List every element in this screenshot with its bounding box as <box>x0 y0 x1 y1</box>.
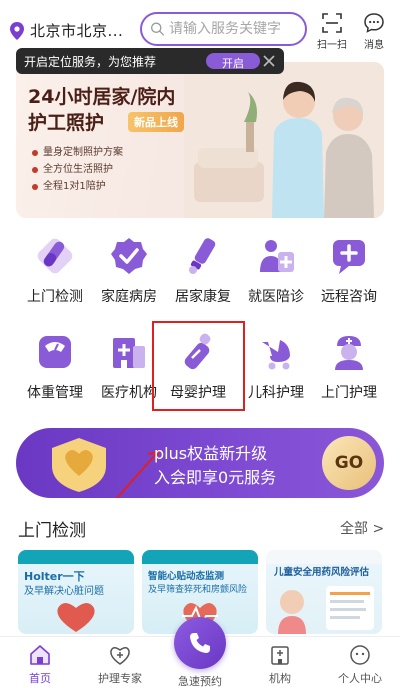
nav-institutions[interactable]: 机构 <box>240 643 320 686</box>
nav-label: 护理专家 <box>98 672 142 685</box>
nav-label: 急速预约 <box>178 675 222 688</box>
search-input[interactable] <box>169 21 305 37</box>
message-label: 消息 <box>364 40 384 51</box>
home-icon <box>30 645 50 665</box>
banner-bullet: 量身定制照护方案 <box>32 144 123 161</box>
scan-icon <box>322 13 342 33</box>
service-pediatric-care[interactable]: 儿科护理 <box>236 332 316 402</box>
new-badge: 新品上线 <box>128 112 184 132</box>
service-label: 就医陪诊 <box>248 289 304 305</box>
nav-home[interactable]: 首页 <box>0 643 80 686</box>
scale-icon <box>39 336 71 368</box>
search-box[interactable] <box>140 12 307 46</box>
location-text: 北京市北京... <box>30 22 124 40</box>
close-icon[interactable] <box>262 54 276 68</box>
card-header-strip <box>18 550 134 564</box>
card-title: 智能心贴动态监测 <box>148 571 225 582</box>
service-label: 居家康复 <box>175 289 231 305</box>
go-label: GO <box>334 453 364 473</box>
nav-label: 机构 <box>269 672 291 685</box>
child-medicine-illustration <box>278 586 374 634</box>
location-permission-toast: 开启定位服务，为您推荐 开启 <box>16 48 284 74</box>
card-header-strip <box>142 550 258 564</box>
search-icon <box>151 22 164 36</box>
card-header-strip <box>266 550 382 564</box>
profile-icon <box>350 645 370 665</box>
heart-illustration <box>57 603 95 632</box>
institution-icon <box>271 646 289 665</box>
plus-title: plus权益新升级 <box>154 444 268 463</box>
card-subtitle: 及早解决心脏问题 <box>24 586 104 597</box>
message-button[interactable]: 消息 <box>356 12 392 51</box>
test-tube-icon <box>37 238 73 274</box>
service-label: 医疗机构 <box>101 385 157 401</box>
bottom-navigation: 首页 护理专家 急速预约 机构 个人中心 <box>0 617 400 688</box>
test-card[interactable]: 儿童安全用药风险评估 <box>266 550 382 634</box>
nurse-icon <box>335 336 363 370</box>
service-remote-consult[interactable]: 远程咨询 <box>309 236 389 306</box>
service-hospital-escort[interactable]: 就医陪诊 <box>236 236 316 306</box>
banner-title-line1: 24小时居家/院内 <box>28 86 176 108</box>
check-badge-icon <box>111 238 147 274</box>
location-pin-icon <box>10 21 24 40</box>
plus-membership-banner[interactable]: plus权益新升级 入会即享0元服务 GO <box>16 428 384 498</box>
heart-plus-icon <box>110 647 130 665</box>
service-home-nursing[interactable]: 上门护理 <box>309 332 389 402</box>
service-home-testing[interactable]: 上门检测 <box>15 236 95 306</box>
banner-bullet: 全程1对1陪护 <box>32 178 123 195</box>
plus-subtitle: 入会即享0元服务 <box>154 468 277 487</box>
nav-nursing-experts[interactable]: 护理专家 <box>80 643 160 686</box>
caregiver-illustration <box>184 62 384 218</box>
promo-banner[interactable]: 24小时居家/院内 护工照护 新品上线 量身定制照护方案 全方位生活照护 全程1… <box>16 62 384 218</box>
enable-location-label: 开启 <box>222 57 244 69</box>
location-selector[interactable]: 北京市北京... <box>10 20 136 41</box>
service-label: 上门护理 <box>321 385 377 401</box>
service-label: 家庭病房 <box>101 289 157 305</box>
nav-label: 个人中心 <box>338 672 382 685</box>
phone-icon <box>190 633 210 653</box>
hospital-icon <box>113 338 145 368</box>
service-home-rehab[interactable]: 居家康复 <box>163 236 243 306</box>
card-subtitle: 及早筛查猝死和房颤风险 <box>148 585 248 595</box>
card-title: 儿童安全用药风险评估 <box>274 567 370 578</box>
message-icon <box>364 13 384 33</box>
quick-booking-button[interactable] <box>174 617 226 669</box>
service-label: 儿科护理 <box>248 385 304 401</box>
nav-label: 首页 <box>29 672 51 685</box>
service-weight-management[interactable]: 体重管理 <box>15 332 95 402</box>
stroller-icon <box>262 340 290 370</box>
enable-location-button[interactable]: 开启 <box>206 53 260 69</box>
service-label: 上门检测 <box>27 289 83 305</box>
highlight-box <box>152 321 245 411</box>
rehab-icon <box>189 238 216 274</box>
service-label: 远程咨询 <box>321 289 377 305</box>
nav-profile[interactable]: 个人中心 <box>320 643 400 686</box>
toast-text: 开启定位服务，为您推荐 <box>24 54 157 69</box>
escort-icon <box>260 240 294 272</box>
banner-bullets: 量身定制照护方案 全方位生活照护 全程1对1陪护 <box>32 144 123 195</box>
chat-plus-icon <box>333 240 365 274</box>
banner-bullet: 全方位生活照护 <box>32 161 123 178</box>
view-all-link[interactable]: 全部 > <box>340 518 384 538</box>
scan-button[interactable]: 扫一扫 <box>314 12 350 51</box>
section-title: 上门检测 <box>18 521 86 541</box>
scan-label: 扫一扫 <box>317 40 347 51</box>
service-label: 体重管理 <box>27 385 83 401</box>
test-card[interactable]: Holter一下 及早解决心脏问题 <box>18 550 134 634</box>
go-button[interactable]: GO <box>322 436 376 490</box>
service-family-ward[interactable]: 家庭病房 <box>89 236 169 306</box>
